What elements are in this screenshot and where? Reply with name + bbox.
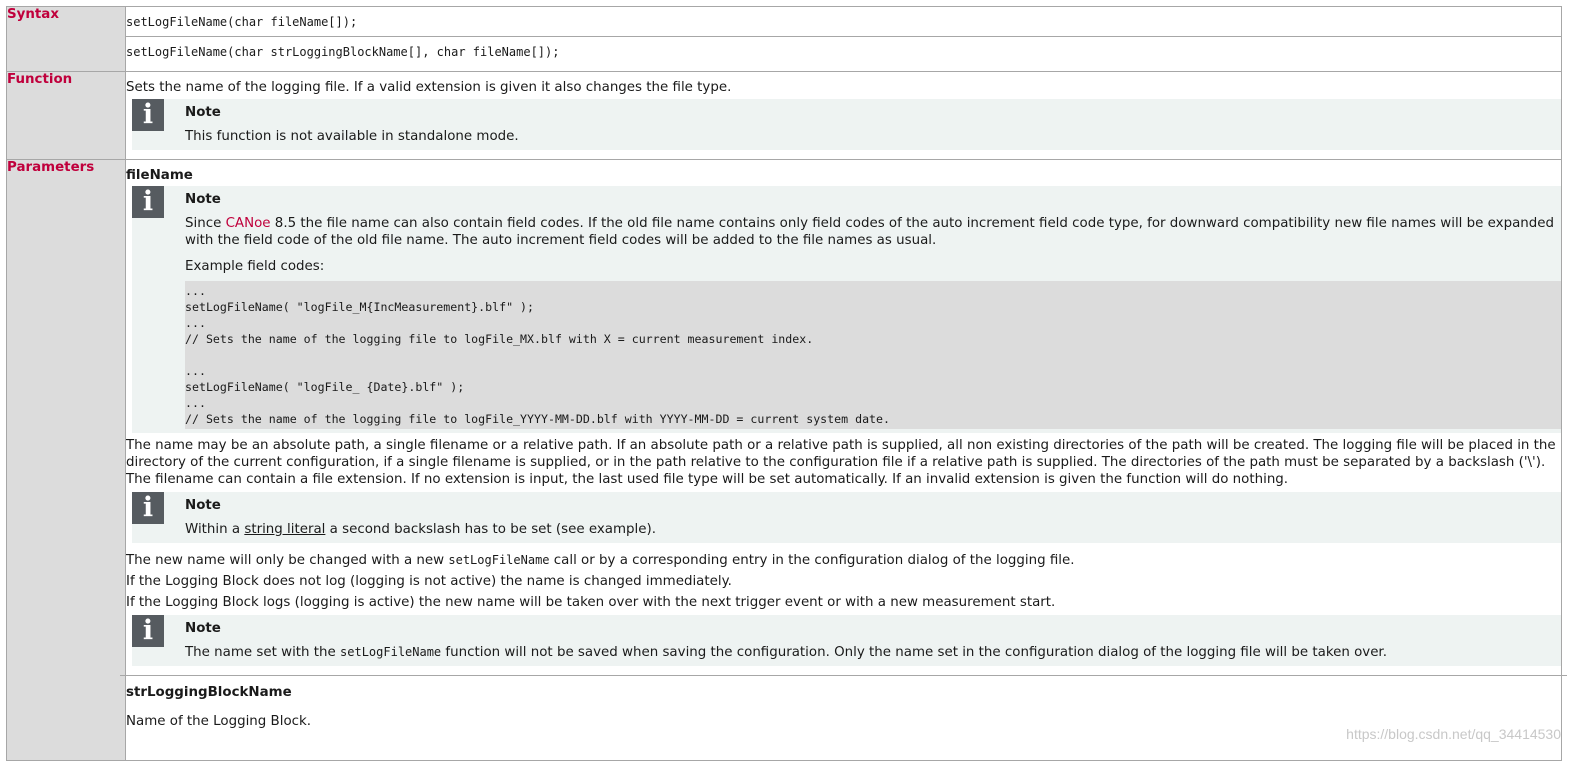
note-title: Note <box>185 621 221 636</box>
code-line: setLogFileName( "logFile_M{IncMeasuremen… <box>185 300 535 314</box>
function-cell: Sets the name of the logging file. If a … <box>125 71 1562 160</box>
string-literal-link[interactable]: string literal <box>244 522 325 537</box>
note-title: Note <box>185 105 221 120</box>
not-active-description: If the Logging Block does not log (loggi… <box>126 574 732 589</box>
code-example-block: ... setLogFileName( "logFile_M{IncMeasure… <box>185 281 1561 429</box>
active-description: If the Logging Block logs (logging is ac… <box>126 595 1056 610</box>
note-title: Note <box>185 192 221 207</box>
info-icon: i <box>132 492 164 524</box>
inline-code: setLogFileName <box>340 645 442 659</box>
note-prefix: Within a <box>185 522 245 537</box>
function-note: i Note This function is not available in… <box>132 99 1561 150</box>
code-line: ... <box>185 284 206 298</box>
filename-note-backslash: i Note Within a string literal a second … <box>132 492 1561 543</box>
syntax-label: Syntax <box>6 6 126 72</box>
watermark: https://blog.csdn.net/qq_34414530 <box>1346 726 1561 742</box>
note-suffix: a second backslash has to be set (see ex… <box>325 522 656 537</box>
code-line: ... <box>185 364 206 378</box>
function-row: Function Sets the name of the logging fi… <box>6 71 1562 160</box>
canoe-link[interactable]: CANoe <box>226 216 271 231</box>
code-line: // Sets the name of the logging file to … <box>185 332 814 346</box>
syntax-cell-1: setLogFileName(char fileName[]); <box>125 6 1562 37</box>
change-suffix: call or by a corresponding entry in the … <box>549 553 1075 568</box>
info-icon: i <box>132 186 164 218</box>
note-text-backslash: Within a string literal a second backsla… <box>185 521 1561 538</box>
code-line: ... <box>185 316 206 330</box>
note-prefix: The name set with the <box>185 645 341 660</box>
change-description: The new name will only be changed with a… <box>126 552 1561 569</box>
function-reference-table: Syntax setLogFileName(char fileName[]); … <box>6 6 1567 761</box>
example-label: Example field codes: <box>185 259 325 274</box>
info-icon: i <box>132 615 164 647</box>
note-suffix: function will not be saved when saving t… <box>441 645 1387 660</box>
syntax-line-1: setLogFileName(char fileName[]); <box>126 15 358 29</box>
info-icon: i <box>132 99 164 131</box>
filename-note-not-saved: i Note The name set with the setLogFileN… <box>132 615 1561 666</box>
function-description: Sets the name of the logging file. If a … <box>126 80 732 95</box>
syntax-row-2: setLogFileName(char strLoggingBlockName[… <box>7 36 1562 72</box>
note-text-field-codes: Since CANoe 8.5 the file name can also c… <box>185 215 1561 249</box>
param-logging-block-section: strLoggingBlockName Name of the Logging … <box>120 675 1567 730</box>
param-filename-name: fileName <box>126 168 193 183</box>
note-title: Note <box>185 498 221 513</box>
parameters-label: Parameters <box>6 159 126 761</box>
code-line: // Sets the name of the logging file to … <box>185 412 890 426</box>
param-logging-block-name: strLoggingBlockName <box>126 685 292 700</box>
parameters-cell: fileName i Note Since CANoe 8.5 the file… <box>120 159 1567 761</box>
inline-code: setLogFileName <box>448 553 550 567</box>
code-line: setLogFileName( "logFile_ {Date}.blf" ); <box>185 380 465 394</box>
parameters-row: Parameters fileName i Note Since CANoe 8… <box>6 159 1567 761</box>
note-text-not-saved: The name set with the setLogFileName fun… <box>185 644 1561 661</box>
path-description: The name may be an absolute path, a sing… <box>126 438 1556 487</box>
syntax-row: Syntax setLogFileName(char fileName[]); <box>6 6 1562 72</box>
change-prefix: The new name will only be changed with a… <box>126 553 449 568</box>
function-label: Function <box>6 71 126 160</box>
syntax-cell-2: setLogFileName(char strLoggingBlockName[… <box>125 36 1562 72</box>
note-text: This function is not available in standa… <box>185 129 519 144</box>
syntax-line-2: setLogFileName(char strLoggingBlockName[… <box>126 45 560 59</box>
code-line: ... <box>185 396 206 410</box>
note-text-prefix: Since <box>185 216 226 231</box>
note-text-suffix: 8.5 the file name can also contain field… <box>185 216 1554 248</box>
filename-note-field-codes: i Note Since CANoe 8.5 the file name can… <box>132 186 1561 433</box>
